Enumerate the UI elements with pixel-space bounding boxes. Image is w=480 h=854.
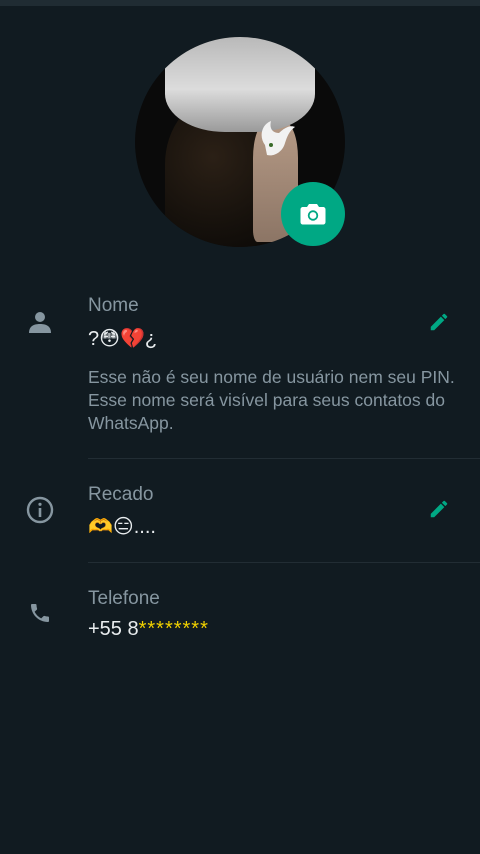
dove-image bbox=[261, 121, 295, 156]
phone-prefix: +55 8 bbox=[88, 618, 139, 640]
profile-photo-container bbox=[135, 37, 345, 247]
info-icon bbox=[25, 495, 55, 525]
divider bbox=[88, 562, 480, 563]
name-hint: Esse não é seu nome de usuário nem seu P… bbox=[88, 367, 455, 433]
pencil-icon bbox=[430, 313, 448, 331]
camera-icon bbox=[300, 204, 326, 225]
name-label: Nome bbox=[88, 295, 139, 316]
phone-icon bbox=[25, 598, 55, 628]
about-row[interactable]: Recado 🫶😑.... bbox=[0, 480, 480, 555]
phone-label: Telefone bbox=[88, 588, 160, 609]
person-icon bbox=[25, 307, 55, 337]
phone-masked-digits: ******** bbox=[138, 618, 209, 640]
pencil-icon bbox=[430, 500, 448, 518]
phone-value: +55 8******** bbox=[88, 618, 209, 641]
divider bbox=[88, 458, 480, 459]
edit-name-button[interactable] bbox=[425, 308, 453, 336]
name-value: ?😳💔¿ bbox=[88, 328, 158, 350]
status-bar bbox=[0, 0, 480, 6]
name-row[interactable]: Nome ?😳💔¿ Esse não é seu nome de usuário… bbox=[0, 290, 480, 450]
about-value: 🫶😑.... bbox=[88, 516, 156, 538]
change-photo-button[interactable] bbox=[281, 182, 345, 246]
phone-row: Telefone +55 8******** bbox=[0, 585, 480, 655]
edit-about-button[interactable] bbox=[425, 495, 453, 523]
about-label: Recado bbox=[88, 484, 154, 505]
